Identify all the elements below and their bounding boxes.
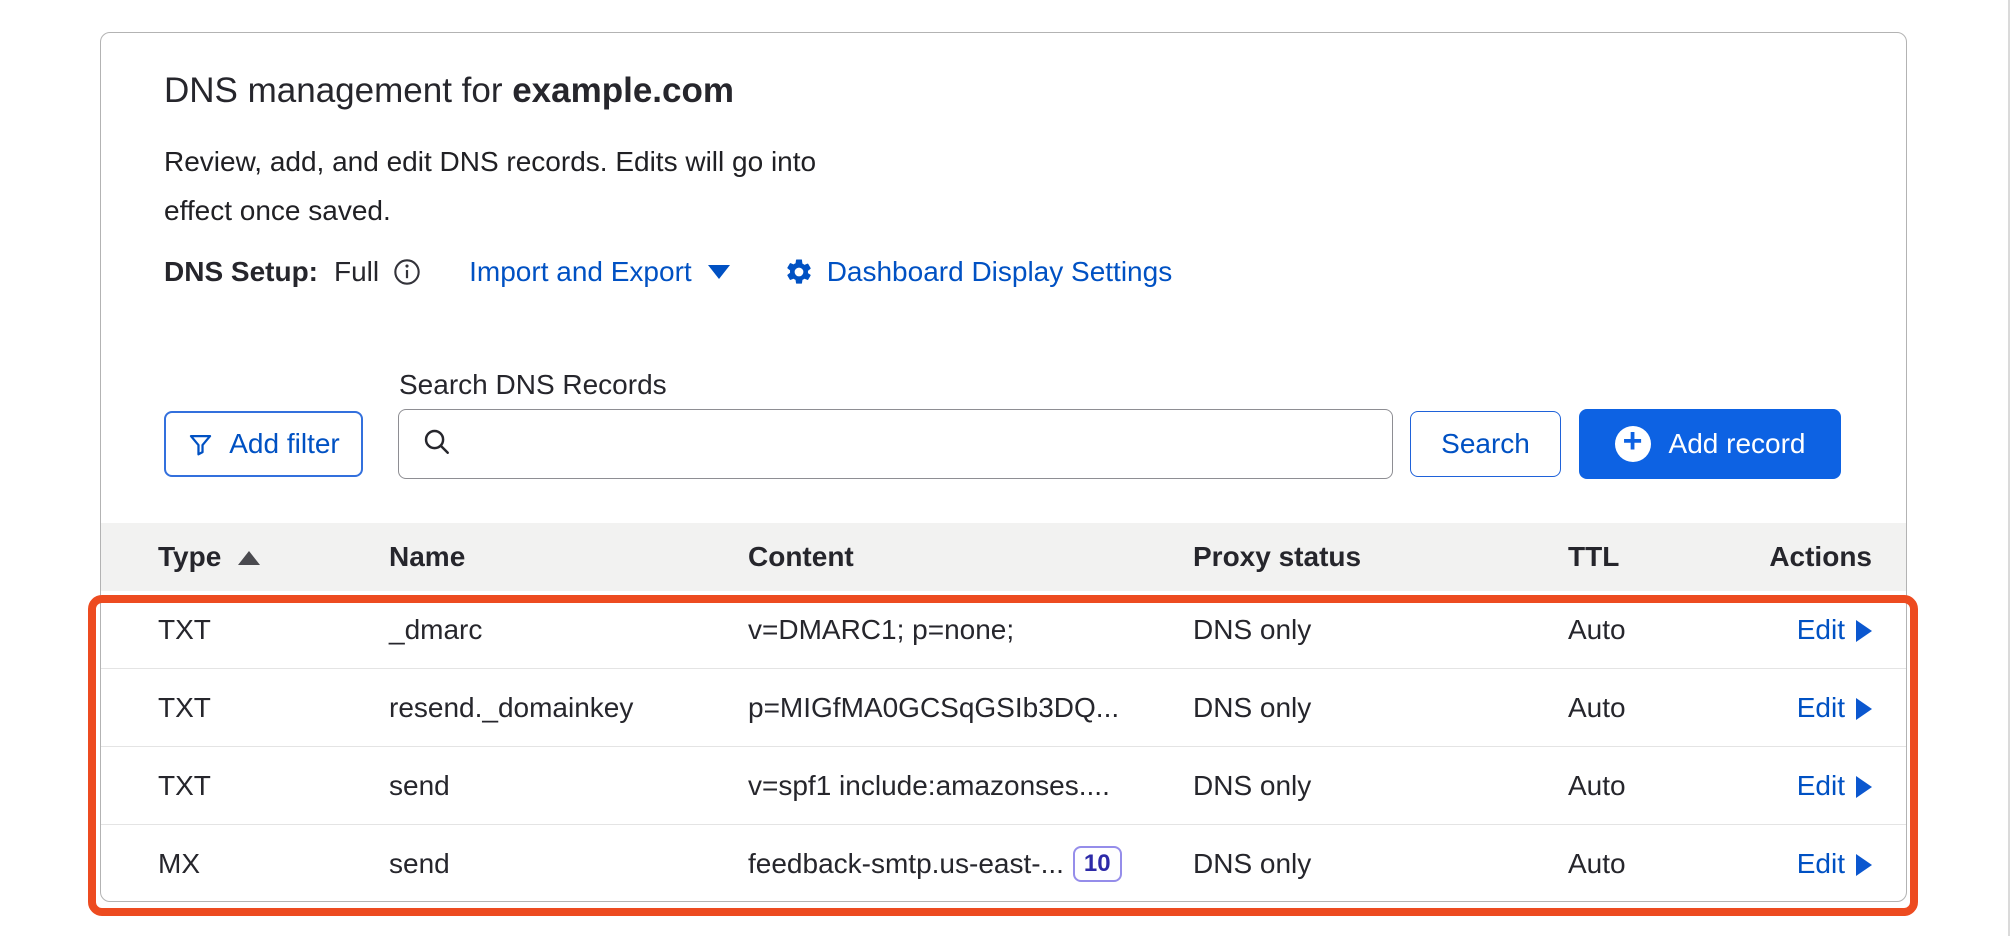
- edit-arrow-icon: [1856, 854, 1872, 876]
- search-button[interactable]: Search: [1410, 411, 1561, 477]
- column-header-type-label: Type: [158, 541, 221, 573]
- column-header-ttl: TTL: [1568, 541, 1758, 573]
- cell-name: resend._domainkey: [389, 692, 748, 724]
- table-row: MX send feedback-smtp.us-east-... 10 DNS…: [101, 825, 1906, 902]
- cell-content-text: v=spf1 include:amazonses....: [748, 770, 1110, 802]
- cell-proxy-status: DNS only: [1193, 848, 1568, 880]
- add-filter-button[interactable]: Add filter: [164, 411, 363, 477]
- cell-proxy-status: DNS only: [1193, 614, 1568, 646]
- page-title: DNS management for example.com: [164, 71, 734, 111]
- edit-link[interactable]: Edit: [1758, 692, 1872, 724]
- column-header-actions: Actions: [1758, 541, 1872, 573]
- cell-ttl: Auto: [1568, 692, 1758, 724]
- cell-type: TXT: [158, 692, 389, 724]
- dashboard-display-settings-link[interactable]: Dashboard Display Settings: [784, 256, 1173, 288]
- edit-link[interactable]: Edit: [1758, 848, 1872, 880]
- import-export-link[interactable]: Import and Export: [469, 256, 730, 288]
- cell-content: v=DMARC1; p=none;: [748, 614, 1193, 646]
- dns-setup-label: DNS Setup:: [164, 256, 318, 288]
- add-record-button[interactable]: Add record: [1579, 409, 1841, 479]
- cell-content: v=spf1 include:amazonses....: [748, 770, 1193, 802]
- gear-icon: [784, 257, 814, 287]
- cell-type: TXT: [158, 614, 389, 646]
- cell-proxy-status: DNS only: [1193, 692, 1568, 724]
- dns-records-table: Type Name Content Proxy status TTL Actio…: [101, 523, 1906, 902]
- cell-ttl: Auto: [1568, 848, 1758, 880]
- cell-content-text: v=DMARC1; p=none;: [748, 614, 1014, 646]
- cell-proxy-status: DNS only: [1193, 770, 1568, 802]
- page-description: Review, add, and edit DNS records. Edits…: [164, 137, 838, 235]
- column-header-name: Name: [389, 541, 748, 573]
- edit-link[interactable]: Edit: [1758, 770, 1872, 802]
- page-title-domain: example.com: [512, 71, 734, 110]
- cell-ttl: Auto: [1568, 614, 1758, 646]
- table-row: TXT resend._domainkey p=MIGfMA0GCSqGSIb3…: [101, 669, 1906, 747]
- edit-arrow-icon: [1856, 698, 1872, 720]
- cell-type: TXT: [158, 770, 389, 802]
- column-header-type[interactable]: Type: [158, 541, 389, 573]
- edit-arrow-icon: [1856, 620, 1872, 642]
- column-header-content: Content: [748, 541, 1193, 573]
- cell-content-text: p=MIGfMA0GCSqGSIb3DQ...: [748, 692, 1119, 724]
- search-field-wrap: [398, 409, 1393, 479]
- add-record-label: Add record: [1669, 428, 1806, 460]
- plus-icon: [1615, 426, 1651, 462]
- column-header-proxy-status: Proxy status: [1193, 541, 1568, 573]
- sort-ascending-icon: [238, 551, 260, 565]
- table-row: TXT send v=spf1 include:amazonses.... DN…: [101, 747, 1906, 825]
- caret-down-icon: [708, 265, 730, 279]
- dashboard-display-settings-label: Dashboard Display Settings: [827, 256, 1173, 288]
- edit-label: Edit: [1797, 770, 1845, 802]
- import-export-label: Import and Export: [469, 256, 692, 288]
- search-dns-records-label: Search DNS Records: [399, 369, 667, 401]
- cell-name: send: [389, 770, 748, 802]
- page-title-prefix: DNS management for: [164, 71, 512, 110]
- filter-icon: [187, 431, 214, 458]
- edit-arrow-icon: [1856, 776, 1872, 798]
- cell-name: send: [389, 848, 748, 880]
- cell-content: feedback-smtp.us-east-... 10: [748, 846, 1193, 882]
- cell-type: MX: [158, 848, 389, 880]
- dns-setup-row: DNS Setup: Full Import and Export Dashbo…: [164, 251, 1172, 293]
- page-edge-divider: [2008, 0, 2010, 936]
- table-header-row: Type Name Content Proxy status TTL Actio…: [101, 523, 1906, 591]
- edit-label: Edit: [1797, 614, 1845, 646]
- cell-content-text: feedback-smtp.us-east-...: [748, 848, 1064, 880]
- cell-content: p=MIGfMA0GCSqGSIb3DQ...: [748, 692, 1193, 724]
- controls-row: Add filter Search Add record: [164, 409, 1841, 479]
- cell-ttl: Auto: [1568, 770, 1758, 802]
- search-input[interactable]: [398, 409, 1393, 479]
- add-filter-label: Add filter: [229, 428, 340, 460]
- edit-label: Edit: [1797, 692, 1845, 724]
- edit-label: Edit: [1797, 848, 1845, 880]
- priority-badge: 10: [1073, 846, 1122, 882]
- table-row: TXT _dmarc v=DMARC1; p=none; DNS only Au…: [101, 591, 1906, 669]
- cell-name: _dmarc: [389, 614, 748, 646]
- info-icon[interactable]: [393, 258, 421, 286]
- dns-setup-value: Full: [334, 256, 379, 288]
- dns-management-card: DNS management for example.com Review, a…: [100, 32, 1907, 902]
- edit-link[interactable]: Edit: [1758, 614, 1872, 646]
